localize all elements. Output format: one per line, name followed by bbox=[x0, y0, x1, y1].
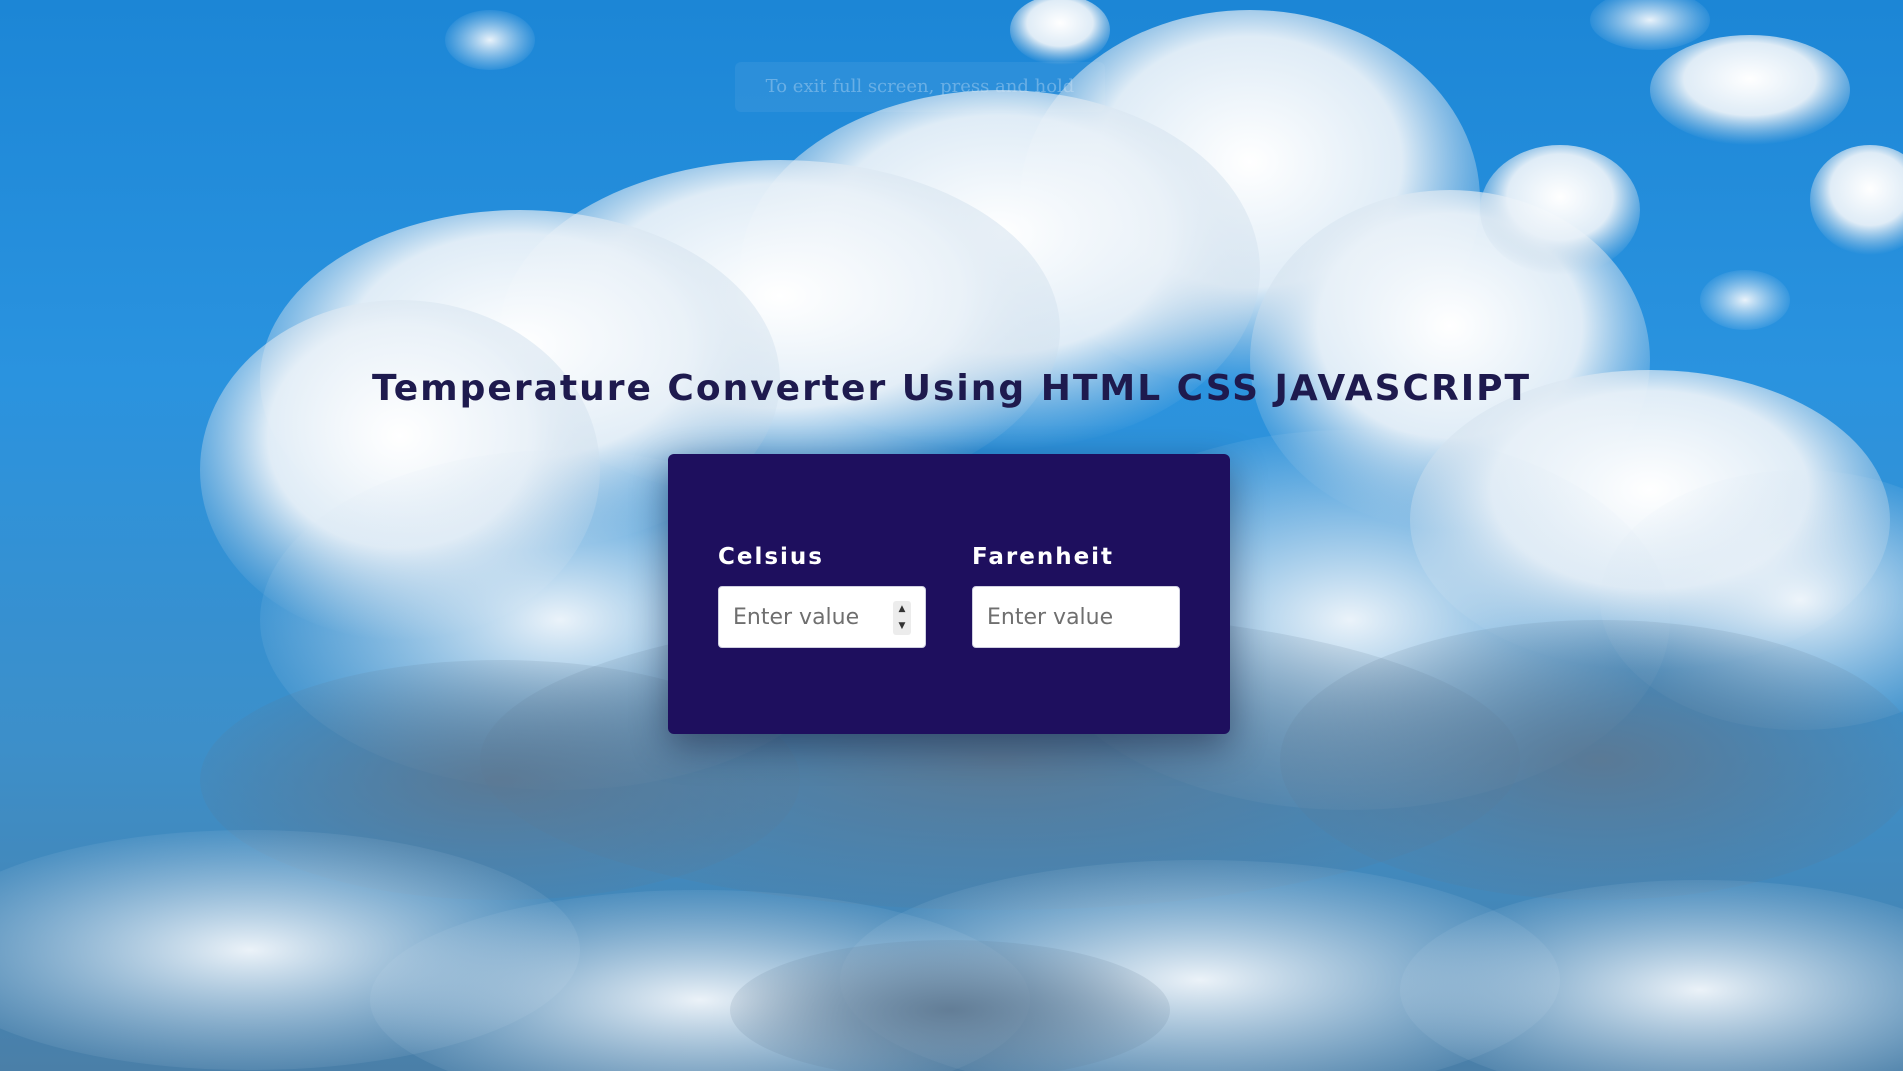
celsius-input-box: ▲ ▼ bbox=[718, 586, 926, 648]
page: To exit full screen, press and hold Temp… bbox=[0, 0, 1903, 1071]
fullscreen-exit-notice: To exit full screen, press and hold bbox=[735, 62, 1105, 112]
page-title: Temperature Converter Using HTML CSS JAV… bbox=[371, 368, 1532, 409]
fahrenheit-input-box bbox=[972, 586, 1180, 648]
celsius-field: Celsius ▲ ▼ bbox=[718, 544, 928, 648]
spinner-up-icon[interactable]: ▲ bbox=[893, 601, 911, 618]
celsius-number-spinner[interactable]: ▲ ▼ bbox=[893, 601, 911, 635]
fahrenheit-input[interactable] bbox=[973, 587, 1179, 647]
spinner-down-icon[interactable]: ▼ bbox=[893, 618, 911, 635]
celsius-label: Celsius bbox=[718, 544, 824, 570]
fahrenheit-label: Farenheit bbox=[972, 544, 1115, 570]
converter-card: Celsius ▲ ▼ Farenheit bbox=[668, 454, 1230, 734]
fahrenheit-field: Farenheit bbox=[972, 544, 1182, 648]
